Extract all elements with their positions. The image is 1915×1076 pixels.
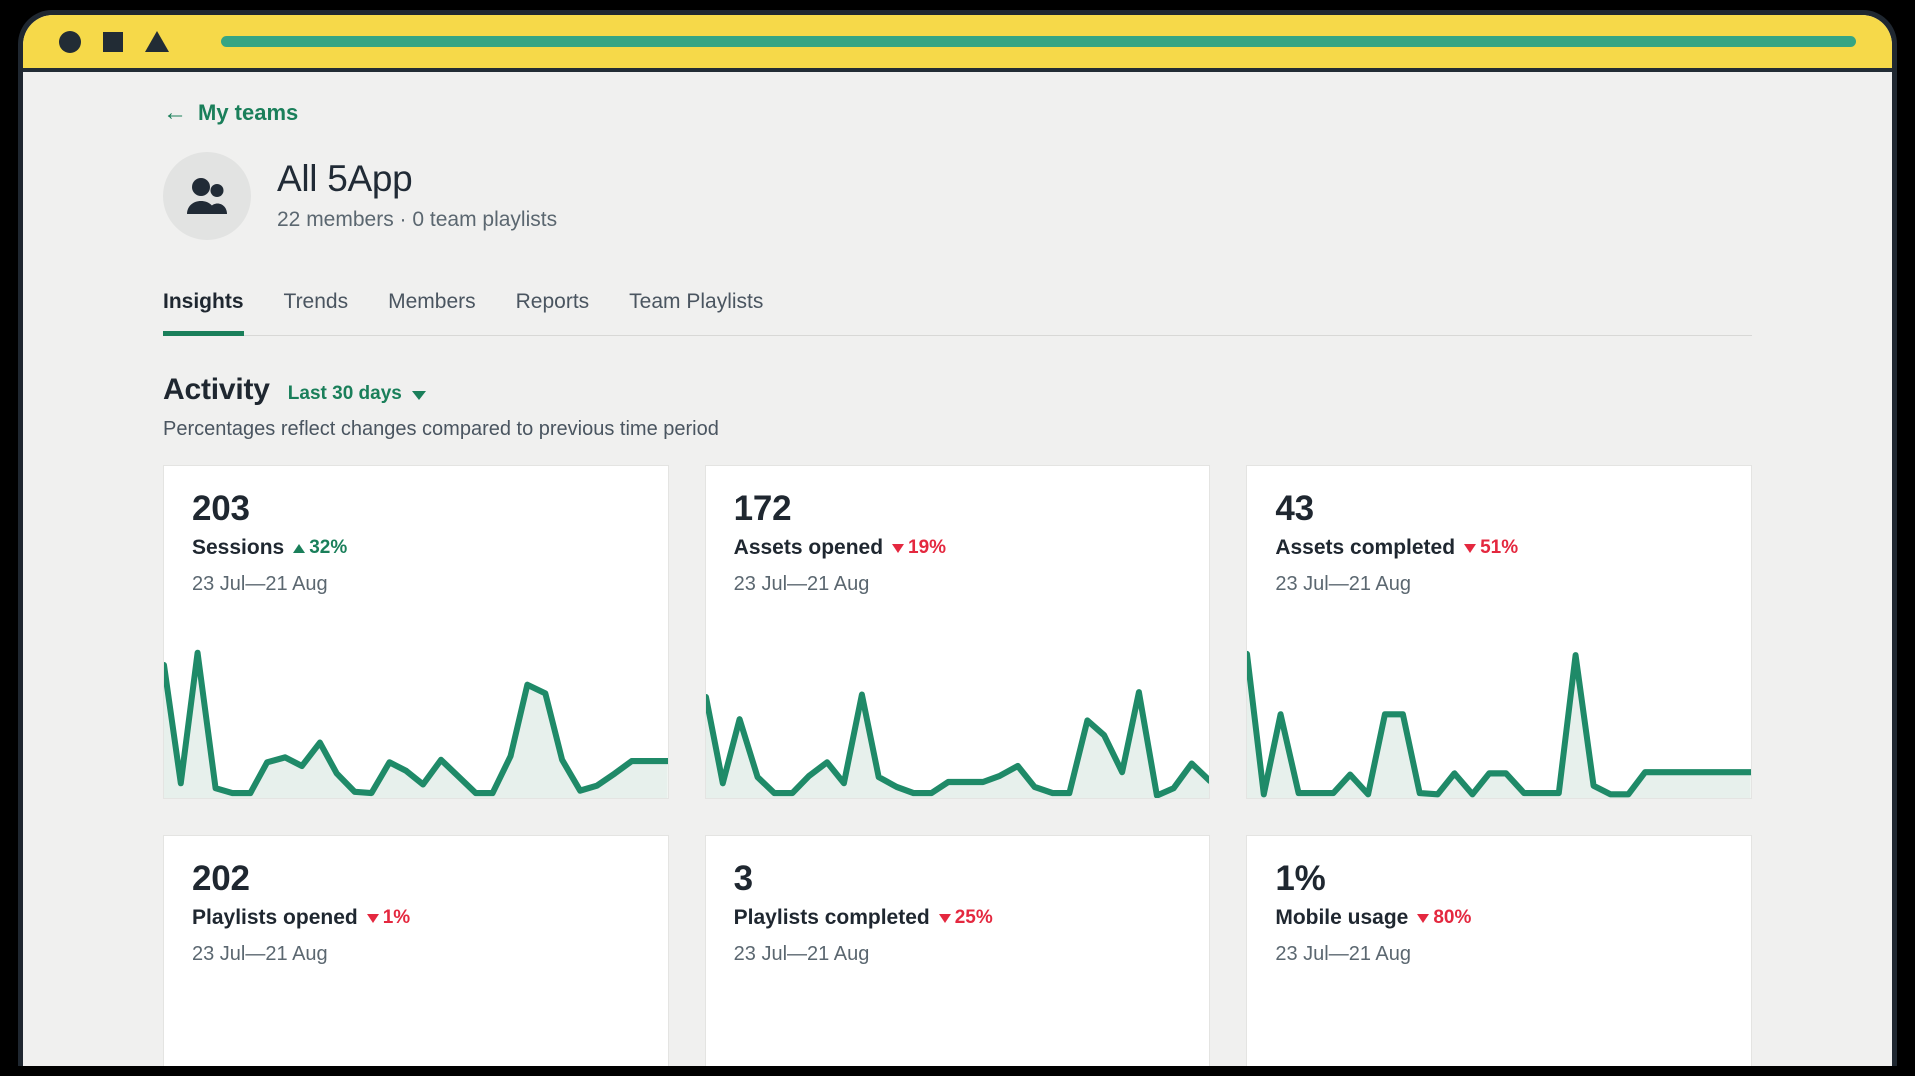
chevron-down-icon <box>412 391 426 400</box>
square-shape-icon[interactable] <box>103 32 123 52</box>
metric-label: Playlists completed <box>734 906 930 930</box>
browser-window: ← My teams <box>23 15 1892 1066</box>
metric-delta: 19% <box>892 537 946 559</box>
tab-members[interactable]: Members <box>388 290 476 336</box>
assets-opened-sparkline <box>706 638 1210 798</box>
metric-delta-value: 32% <box>309 537 347 559</box>
arrow-down-icon <box>367 914 379 923</box>
team-meta: 22 members · 0 team playlists <box>277 208 557 232</box>
metric-value: 43 <box>1275 488 1723 529</box>
metric-delta: 80% <box>1417 907 1471 929</box>
metric-date-range: 23 Jul—21 Aug <box>192 943 640 966</box>
window-controls[interactable] <box>59 31 169 53</box>
metric-date-range: 23 Jul—21 Aug <box>192 573 640 596</box>
metric-delta-value: 25% <box>955 907 993 929</box>
metric-card-sessions[interactable]: 203 Sessions 32% 23 Jul—21 Aug <box>163 465 669 799</box>
tab-trends[interactable]: Trends <box>284 290 349 336</box>
tab-insights[interactable]: Insights <box>163 290 244 336</box>
assets-completed-sparkline <box>1247 638 1751 798</box>
arrow-down-icon <box>1464 544 1476 553</box>
tab-reports[interactable]: Reports <box>516 290 590 336</box>
browser-window-frame: ← My teams <box>18 10 1897 1066</box>
back-arrow-icon: ← <box>163 101 187 125</box>
arrow-down-icon <box>939 914 951 923</box>
metric-value: 172 <box>734 488 1182 529</box>
metric-delta-value: 51% <box>1480 537 1518 559</box>
tab-bar: Insights Trends Members Reports Team Pla… <box>163 290 1752 336</box>
metric-delta: 25% <box>939 907 993 929</box>
metric-label: Sessions <box>192 536 284 560</box>
metric-value: 202 <box>192 858 640 899</box>
browser-titlebar <box>23 15 1892 68</box>
metric-card-playlists-opened[interactable]: 202 Playlists opened 1% 23 Jul—21 Aug <box>163 835 669 1066</box>
metric-label: Assets completed <box>1275 536 1455 560</box>
metric-delta-value: 19% <box>908 537 946 559</box>
metric-card-grid: 203 Sessions 32% 23 Jul—21 Aug <box>163 465 1752 1066</box>
metric-date-range: 23 Jul—21 Aug <box>734 573 1182 596</box>
tab-team-playlists[interactable]: Team Playlists <box>629 290 763 336</box>
period-dropdown-label: Last 30 days <box>288 383 402 405</box>
activity-note: Percentages reflect changes compared to … <box>163 418 1752 441</box>
team-header: All 5App 22 members · 0 team playlists <box>163 152 1752 240</box>
back-link-label: My teams <box>198 100 298 126</box>
address-bar[interactable] <box>221 36 1856 47</box>
metric-date-range: 23 Jul—21 Aug <box>734 943 1182 966</box>
circle-shape-icon[interactable] <box>59 31 81 53</box>
activity-header: Activity Last 30 days <box>163 373 1752 407</box>
metric-value: 1% <box>1275 858 1723 899</box>
sessions-sparkline <box>164 638 668 798</box>
people-icon <box>184 176 230 216</box>
triangle-shape-icon[interactable] <box>145 31 169 52</box>
metric-label: Mobile usage <box>1275 906 1408 930</box>
arrow-up-icon <box>293 544 305 553</box>
metric-card-assets-completed[interactable]: 43 Assets completed 51% 23 Jul—21 Aug <box>1246 465 1752 799</box>
page-content: ← My teams <box>23 72 1892 1066</box>
activity-title: Activity <box>163 373 270 407</box>
metric-value: 3 <box>734 858 1182 899</box>
metric-card-assets-opened[interactable]: 172 Assets opened 19% 23 Jul—21 Aug <box>705 465 1211 799</box>
metric-delta-value: 80% <box>1433 907 1471 929</box>
arrow-down-icon <box>1417 914 1429 923</box>
metric-card-playlists-completed[interactable]: 3 Playlists completed 25% 23 Jul—21 Aug <box>705 835 1211 1066</box>
metric-value: 203 <box>192 488 640 529</box>
metric-label: Playlists opened <box>192 906 358 930</box>
avatar <box>163 152 251 240</box>
metric-delta: 32% <box>293 537 347 559</box>
metric-date-range: 23 Jul—21 Aug <box>1275 573 1723 596</box>
team-identity: All 5App 22 members · 0 team playlists <box>277 160 557 232</box>
arrow-down-icon <box>892 544 904 553</box>
metric-delta: 51% <box>1464 537 1518 559</box>
metric-card-mobile-usage[interactable]: 1% Mobile usage 80% 23 Jul—21 Aug <box>1246 835 1752 1066</box>
metric-delta-value: 1% <box>383 907 410 929</box>
back-to-my-teams-link[interactable]: ← My teams <box>163 100 298 126</box>
metric-label: Assets opened <box>734 536 883 560</box>
period-dropdown[interactable]: Last 30 days <box>288 383 426 405</box>
metric-delta: 1% <box>367 907 410 929</box>
page-title: All 5App <box>277 160 557 199</box>
metric-date-range: 23 Jul—21 Aug <box>1275 943 1723 966</box>
